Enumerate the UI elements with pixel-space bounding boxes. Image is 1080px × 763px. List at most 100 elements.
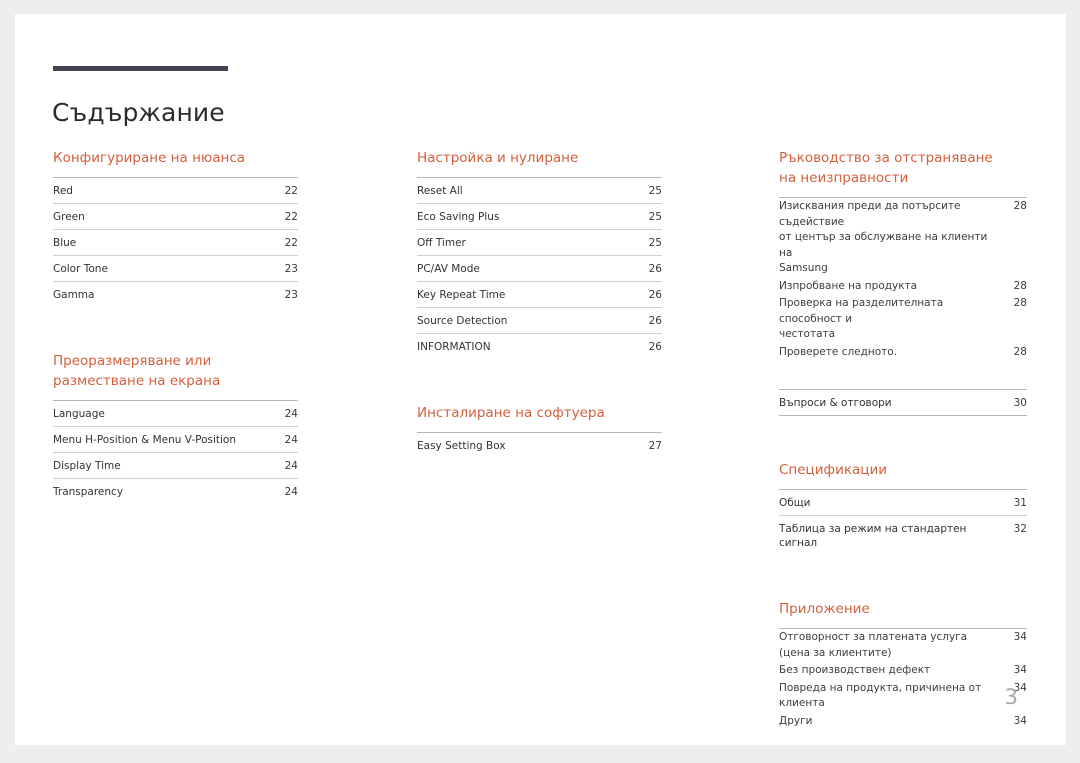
toc-entry-label: Проверете следното. bbox=[779, 345, 898, 358]
title-accent-rule bbox=[53, 66, 228, 71]
toc-entry-list: Отговорност за платената услуга (цена за… bbox=[779, 628, 1027, 730]
toc-entry-label: Red bbox=[53, 185, 73, 197]
toc-entry[interactable]: Таблица за режим на стандартен сигнал 32 bbox=[779, 515, 1027, 555]
toc-entry[interactable]: Eco Saving Plus 25 bbox=[417, 203, 662, 229]
toc-entry-label: Проверка на разделителната способност и … bbox=[779, 297, 944, 340]
toc-entry[interactable]: Reset All 25 bbox=[417, 178, 662, 203]
toc-entry-label: Blue bbox=[53, 237, 77, 249]
toc-entry-page: 25 bbox=[648, 237, 662, 249]
toc-entry-page: 34 bbox=[1013, 664, 1027, 676]
toc-entry[interactable]: Off Timer 25 bbox=[417, 229, 662, 255]
toc-entry[interactable]: Повреда на продукта, причинена от клиент… bbox=[779, 680, 1027, 713]
toc-entry-page: 28 bbox=[1013, 297, 1027, 309]
toc-entry[interactable]: Други 34 bbox=[779, 713, 1027, 731]
toc-entry[interactable]: Key Repeat Time 26 bbox=[417, 281, 662, 307]
toc-entry[interactable]: Въпроси & отговори 30 bbox=[779, 390, 1027, 415]
toc-entry-label: Без производствен дефект bbox=[779, 664, 931, 676]
toc-entry-page: 26 bbox=[648, 263, 662, 275]
toc-entry-label: Изисквания преди да потърсите съдействие… bbox=[779, 200, 988, 274]
toc-section: Въпроси & отговори 30 bbox=[779, 389, 1027, 416]
toc-entry-label: Отговорност за платената услуга (цена за… bbox=[779, 631, 968, 659]
toc-entry-label: Color Tone bbox=[53, 263, 108, 275]
toc-section-heading: Конфигуриране на нюанса bbox=[53, 150, 246, 166]
toc-entry-label: Source Detection bbox=[417, 315, 508, 327]
toc-entry-list: Language 24 Menu H-Position & Menu V-Posit… bbox=[53, 400, 298, 504]
toc-entry-list: Въпроси & отговори 30 bbox=[779, 389, 1027, 416]
toc-entry-label: PC/AV Mode bbox=[417, 263, 480, 275]
toc-entry[interactable]: Language 24 bbox=[53, 401, 298, 426]
toc-entry[interactable]: Easy Setting Box 27 bbox=[417, 433, 662, 458]
toc-entry-label: Други bbox=[779, 714, 813, 727]
toc-entry-page: 28 bbox=[1013, 200, 1027, 212]
toc-entry-page: 28 bbox=[1013, 345, 1027, 358]
toc-entry-label: Gamma bbox=[53, 289, 95, 301]
toc-entry[interactable]: Green 22 bbox=[53, 203, 298, 229]
toc-entry[interactable]: INFORMATION 26 bbox=[417, 333, 662, 359]
toc-column-1: Конфигуриране на нюанса Red 22 Green 22 Blue 2… bbox=[53, 148, 298, 504]
toc-entry-label: Повреда на продукта, причинена от клиент… bbox=[779, 681, 982, 710]
toc-entry-label: INFORMATION bbox=[417, 341, 491, 353]
toc-entry-label: Green bbox=[53, 211, 85, 223]
toc-entry-label: Eco Saving Plus bbox=[417, 211, 500, 223]
toc-entry-label: Language bbox=[53, 408, 105, 420]
toc-entry-label: Display Time bbox=[53, 460, 121, 472]
toc-entry-page: 24 bbox=[284, 434, 298, 446]
toc-entry-page: 31 bbox=[1013, 497, 1027, 509]
toc-entry-page: 25 bbox=[648, 211, 662, 223]
toc-entry-page: 24 bbox=[284, 408, 298, 420]
toc-entry-label: Transparency bbox=[53, 486, 124, 498]
toc-entry-label: Easy Setting Box bbox=[417, 440, 506, 452]
toc-column-3: Ръководство за отстраняване на неизправн… bbox=[779, 148, 1027, 730]
toc-entry-label: Таблица за режим на стандартен сигнал bbox=[779, 523, 967, 549]
toc-entry[interactable]: PC/AV Mode 26 bbox=[417, 255, 662, 281]
toc-entry-label: Въпроси & отговори bbox=[779, 397, 892, 409]
toc-entry-page: 23 bbox=[284, 289, 298, 301]
toc-section-heading: Преоразмеряване или разместване на екран… bbox=[53, 353, 221, 389]
toc-entry-page: 24 bbox=[284, 486, 298, 498]
page-sheet: Съдържание Конфигуриране на нюанса Red 22 G… bbox=[15, 14, 1066, 745]
toc-entry[interactable]: Source Detection 26 bbox=[417, 307, 662, 333]
toc-entry[interactable]: Display Time 24 bbox=[53, 452, 298, 478]
toc-section-heading: Ръководство за отстраняване на неизправн… bbox=[779, 150, 993, 186]
toc-entry-list: Easy Setting Box 27 bbox=[417, 432, 662, 458]
toc-entry[interactable]: Blue 22 bbox=[53, 229, 298, 255]
toc-entry-page: 32 bbox=[1013, 523, 1027, 535]
toc-entry-label: Menu H-Position & Menu V-Position bbox=[53, 434, 237, 446]
toc-entry[interactable]: Transparency 24 bbox=[53, 478, 298, 504]
toc-entry[interactable]: Проверете следното. 28 bbox=[779, 344, 1027, 362]
toc-entry[interactable]: Отговорност за платената услуга (цена за… bbox=[779, 629, 1027, 662]
toc-entry-page: 25 bbox=[648, 185, 662, 197]
toc-section: Преоразмеряване или разместване на екран… bbox=[53, 351, 298, 504]
toc-entry[interactable]: Red 22 bbox=[53, 178, 298, 203]
toc-entry[interactable]: Color Tone 23 bbox=[53, 255, 298, 281]
toc-entry-list: Red 22 Green 22 Blue 22 Color Tone 23 Gamma 23 bbox=[53, 177, 298, 307]
page-number: 3 bbox=[1004, 685, 1018, 709]
toc-entry-page: 34 bbox=[1013, 714, 1027, 727]
toc-entry-list: Общи 31 Таблица за режим на стандартен сиг… bbox=[779, 489, 1027, 555]
toc-entry[interactable]: Изпробване на продукта 28 bbox=[779, 278, 1027, 296]
toc-entry-page: 22 bbox=[284, 237, 298, 249]
toc-entry-page: 26 bbox=[648, 289, 662, 301]
toc-section: Спецификации Общи 31 Таблица за режим на ст… bbox=[779, 460, 1027, 555]
toc-section: Настройка и нулиране Reset All 25 Eco Savin… bbox=[417, 148, 662, 359]
toc-entry[interactable]: Menu H-Position & Menu V-Position 24 bbox=[53, 426, 298, 452]
toc-entry[interactable]: Без производствен дефект 34 bbox=[779, 662, 1027, 680]
toc-entry-page: 30 bbox=[1013, 397, 1027, 409]
toc-entry[interactable]: Проверка на разделителната способност и … bbox=[779, 295, 1027, 344]
toc-entry-list: Reset All 25 Eco Saving Plus 25 Off Timer 25 P… bbox=[417, 177, 662, 359]
toc-section: Инсталиране на софтуера Easy Setting Box 2… bbox=[417, 403, 662, 458]
toc-section-heading: Спецификации bbox=[779, 462, 887, 478]
toc-entry-page: 24 bbox=[284, 460, 298, 472]
toc-entry[interactable]: Общи 31 bbox=[779, 490, 1027, 515]
toc-entry-page: 26 bbox=[648, 341, 662, 353]
toc-section-heading: Инсталиране на софтуера bbox=[417, 405, 605, 421]
toc-section-heading: Настройка и нулиране bbox=[417, 150, 579, 166]
toc-entry[interactable]: Gamma 23 bbox=[53, 281, 298, 307]
toc-entry[interactable]: Изисквания преди да потърсите съдействие… bbox=[779, 198, 1027, 278]
toc-entry-list: Изисквания преди да потърсите съдействие… bbox=[779, 197, 1027, 361]
toc-section: Приложение Отговорност за платената услуг… bbox=[779, 599, 1027, 730]
